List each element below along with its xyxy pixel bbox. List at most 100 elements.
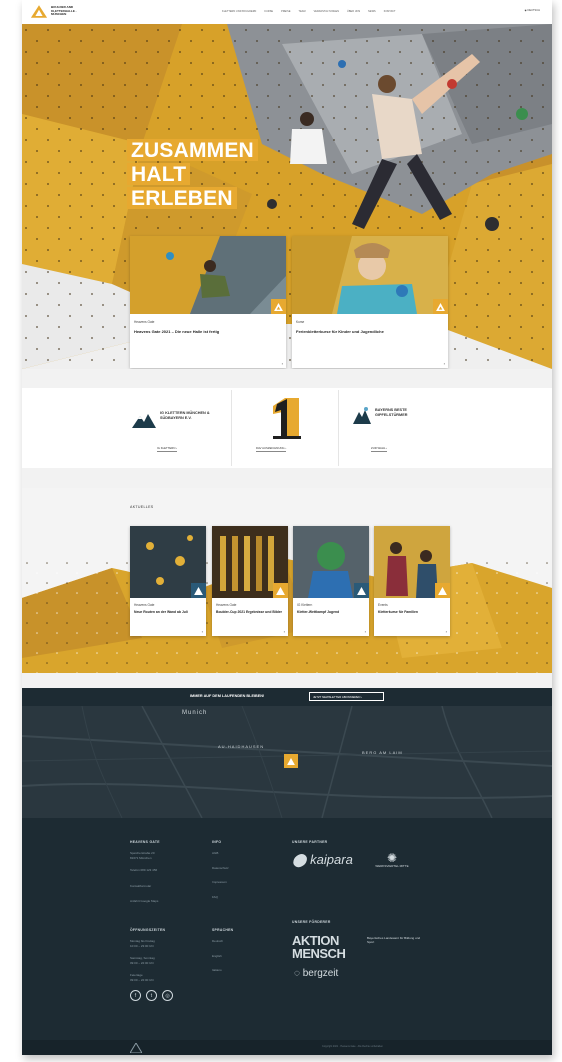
- logo-mark-icon: [436, 302, 445, 311]
- news-heading: AKTUELLES: [130, 505, 154, 509]
- card-image: [292, 236, 448, 314]
- language-switch[interactable]: ◉ DEUTSCH: [524, 9, 540, 12]
- partner-button-label: ZUR WAHL: [371, 446, 386, 450]
- card-category: Heavens Gate: [216, 603, 237, 607]
- logo-mark-icon: [438, 586, 447, 595]
- ig-klettern-logo-icon: [132, 414, 156, 428]
- menu-item[interactable]: PREISE: [281, 10, 290, 13]
- social-glyph: t: [150, 992, 153, 999]
- card-badge: [433, 299, 448, 314]
- card-badge: [354, 583, 369, 598]
- arrow-right-icon: ›: [364, 629, 366, 634]
- footer-link[interactable]: Datenschutz: [212, 866, 229, 870]
- map-label: BERG AM LAIM: [362, 750, 403, 755]
- site-footer: [22, 818, 552, 1055]
- footer-link[interactable]: Kontaktformular: [130, 884, 151, 888]
- news-card[interactable]: Events Kletterkurse für Familien ›: [374, 526, 450, 636]
- hero-card[interactable]: Kurse Ferienkletterkurse für Kinder und …: [292, 236, 448, 368]
- footer-heading: ÖFFNUNGSZEITEN: [130, 928, 166, 932]
- footer-heading: HEAVENS GATE: [130, 840, 160, 844]
- hero-card[interactable]: Heavens Gate Heavens Gate 2021 – Die neu…: [130, 236, 286, 368]
- footer-link[interactable]: FAQ: [212, 895, 218, 899]
- logo-icon: [30, 5, 48, 18]
- map-label: AU-HAIDHAUSEN: [218, 744, 265, 749]
- partner-logo-kaipara[interactable]: ⬤ kaipara: [292, 852, 353, 868]
- map-marker-icon[interactable]: [284, 754, 298, 768]
- arrow-right-icon: ›: [443, 361, 445, 366]
- logo-mark-icon: [357, 586, 366, 595]
- partner-button-label: IG KLETTERN: [157, 446, 176, 450]
- partner-dav: DAV AUSZEICHNUNG ›: [233, 390, 339, 466]
- partner-name: IG KLETTERN MÜNCHEN & SÜDBAYERN E.V.: [160, 411, 210, 420]
- partner-logo-text: Bayerisches Landesamt für Bildung und Sp…: [367, 936, 421, 944]
- footer-text: 10:00 – 23:00 Uhr: [130, 944, 155, 948]
- card-category: Kurse: [296, 320, 305, 324]
- card-title: Ferienkletterkurse für Kinder und Jugend…: [296, 329, 384, 334]
- site-logo[interactable]: BOULDER AND KLETTERHALLE · MÜNCHEN: [30, 4, 85, 19]
- footer-text: Samstag, Sonntag: [130, 956, 155, 960]
- card-image: [130, 236, 286, 314]
- language-link[interactable]: Deutsch: [212, 939, 223, 943]
- twitter-icon[interactable]: t: [146, 990, 157, 1001]
- partner-logo-aktion-mensch[interactable]: AKTION MENSCH: [292, 934, 352, 960]
- browser-frame: BOULDER AND KLETTERHALLE · MÜNCHEN KLETT…: [22, 0, 552, 1055]
- menu-item[interactable]: ÜBER UNS: [347, 10, 360, 13]
- footer-link[interactable]: Impressum: [212, 880, 227, 884]
- arrow-right-icon: ›: [281, 361, 283, 366]
- partner-logo-text: kaipara: [310, 852, 353, 867]
- main-menu: KLETTERN UND BOULDERN KURSE PREISE TEAM …: [222, 10, 396, 13]
- footer-text: 09:00 – 22:00 Uhr: [130, 961, 155, 965]
- card-photo: [130, 236, 286, 314]
- headline-line: ZUSAMMEN: [127, 139, 258, 161]
- footer-text: 09:00 – 22:00 Uhr: [130, 978, 155, 982]
- partner-logo-bayern[interactable]: Bayerisches Landesamt für Bildung und Sp…: [367, 936, 422, 944]
- footer-text: Speicherstraße 20: [130, 851, 155, 855]
- menu-item[interactable]: VERANSTALTUNGEN: [314, 10, 339, 13]
- card-title: Heavens Gate 2021 – Die neue Halle ist f…: [134, 329, 220, 334]
- footer-heading: SPRACHEN: [212, 928, 234, 932]
- footer-text: Montag bis Freitag: [130, 939, 155, 943]
- footer-link[interactable]: Telefon 089 123 456: [130, 868, 157, 872]
- partner-button[interactable]: IG KLETTERN ›: [157, 446, 178, 452]
- menu-item[interactable]: KONTAKT: [384, 10, 396, 13]
- language-link[interactable]: Italiano: [212, 968, 222, 972]
- map-label: Munich: [182, 710, 208, 716]
- newsletter-button[interactable]: JETZT NEWSLETTER ABONNIEREN ›: [309, 692, 384, 701]
- partner-ig-klettern: IG KLETTERN MÜNCHEN & SÜDBAYERN E.V. IG …: [22, 390, 232, 466]
- card-category: Heavens Gate: [134, 320, 155, 324]
- card-badge: [435, 583, 450, 598]
- location-map[interactable]: Munich AU-HAIDHAUSEN BERG AM LAIM: [22, 706, 552, 818]
- partner-logo-werksviertel[interactable]: ✺ WERKSVIERTEL MITTE: [372, 852, 412, 868]
- footer-link[interactable]: AGB: [212, 851, 218, 855]
- instagram-icon[interactable]: ◎: [162, 990, 173, 1001]
- news-card[interactable]: Heavens Gate Boulder-Cup 2021 Ergebnisse…: [212, 526, 288, 636]
- arrow-right-icon: ›: [201, 629, 203, 634]
- footer-link[interactable]: Anfahrt Google Maps: [130, 899, 158, 903]
- menu-item[interactable]: TEAM: [299, 10, 306, 13]
- menu-item[interactable]: KURSE: [264, 10, 273, 13]
- partner-button-label: DAV AUSZEICHNUNG: [256, 446, 285, 450]
- partner-button[interactable]: ZUR WAHL ›: [371, 446, 388, 452]
- news-card[interactable]: IG Klettern Kletter-Wettkampf Jugend ›: [293, 526, 369, 636]
- hero-headline: ZUSAMMEN HALT ERLEBEN: [127, 139, 258, 211]
- language-link[interactable]: English: [212, 954, 222, 958]
- footer-text: Feiertage: [130, 973, 143, 977]
- partner-button[interactable]: DAV AUSZEICHNUNG ›: [256, 446, 287, 452]
- footer-logo-icon: [130, 1043, 142, 1053]
- newsletter-text: IMMER AUF DEM LAUFENDEN BLEIBEN!: [190, 694, 265, 698]
- partner-name: BAYERNS BESTE GIPFELSTÜRMER: [375, 408, 408, 417]
- menu-item[interactable]: NEWS: [368, 10, 376, 13]
- number-one-award-icon: [273, 398, 301, 439]
- footer-heading: UNSERE PARTNER: [292, 840, 328, 844]
- card-category: Heavens Gate: [134, 603, 155, 607]
- news-card[interactable]: Heavens Gate Neue Routen an der Wand ab …: [130, 526, 206, 636]
- news-section: AKTUELLES Heavens Gate Neue Routen an de…: [22, 488, 552, 673]
- footer-text: 81671 München: [130, 856, 152, 860]
- menu-item[interactable]: KLETTERN UND BOULDERN: [222, 10, 256, 13]
- logo-mark-icon: [276, 586, 285, 595]
- social-glyph: ◎: [165, 992, 170, 999]
- partner-logo-bergzeit[interactable]: ◌ bergzeit: [294, 968, 338, 979]
- facebook-icon[interactable]: f: [130, 990, 141, 1001]
- card-category: Events: [378, 603, 388, 607]
- card-title: Boulder-Cup 2021 Ergebnisse und Bilder: [216, 610, 282, 614]
